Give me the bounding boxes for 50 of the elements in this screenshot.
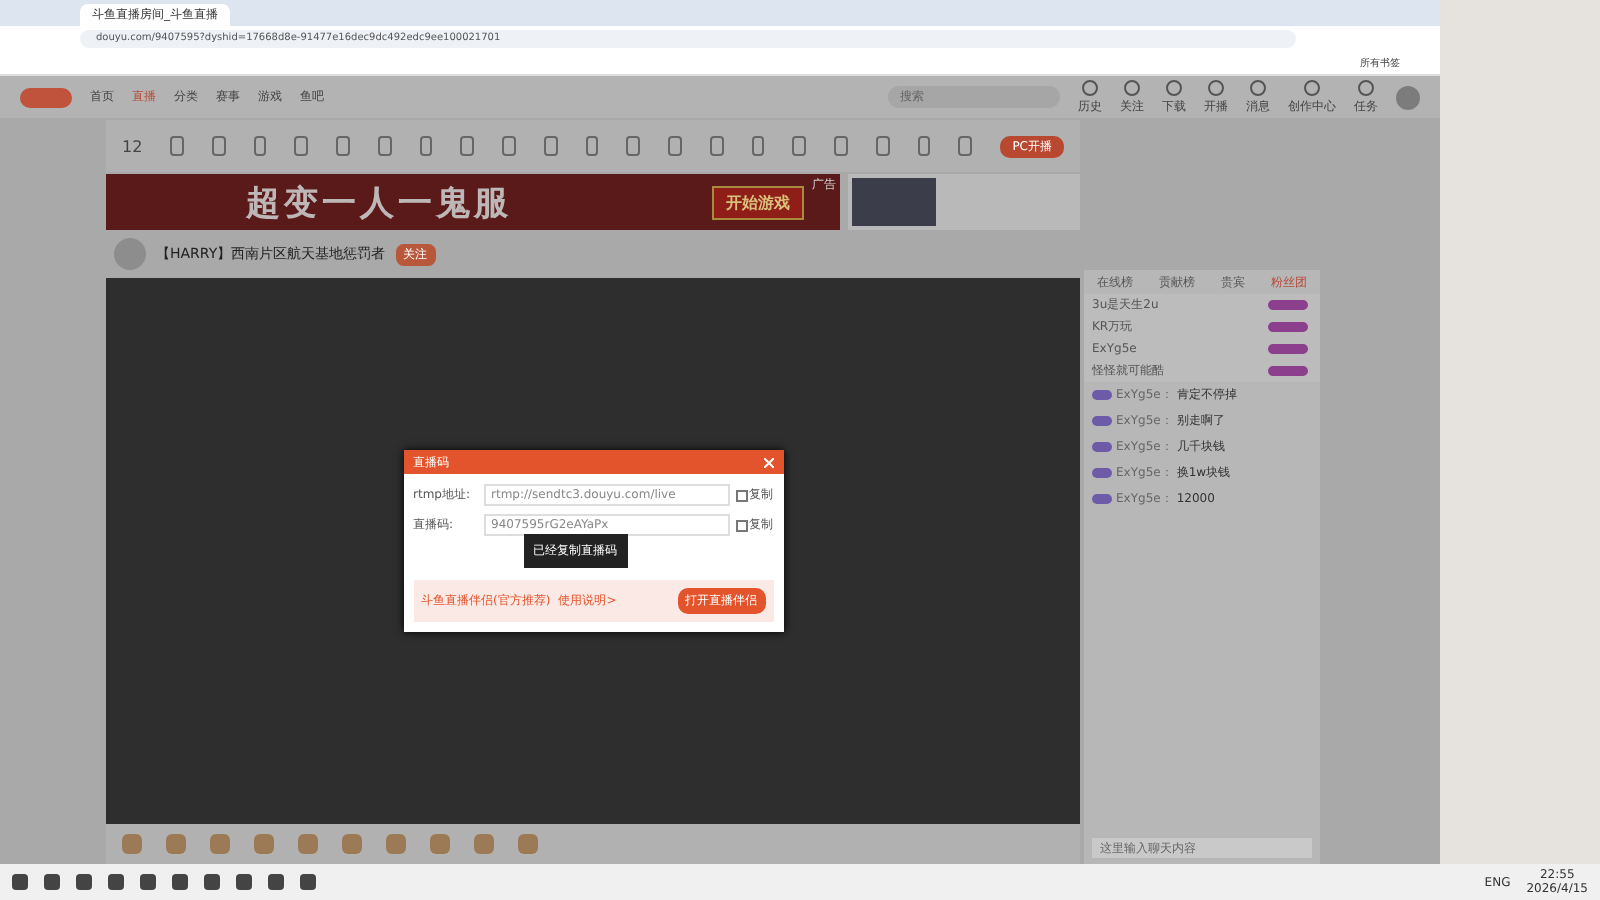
circle-icon[interactable]: [1082, 79, 1098, 95]
fan-badge: [1268, 344, 1308, 354]
tool-icon[interactable]: [543, 136, 558, 156]
tool-icon[interactable]: [502, 136, 516, 156]
tool-icon[interactable]: [336, 136, 350, 156]
tool-icon[interactable]: [875, 136, 890, 156]
tool-icon[interactable]: [751, 136, 765, 156]
fan-badge: [1268, 322, 1308, 332]
tool-icon[interactable]: [377, 136, 392, 156]
tool-icon[interactable]: [834, 136, 848, 156]
circle-icon[interactable]: [1358, 79, 1374, 95]
fan-badge: [1268, 366, 1308, 376]
tool-icon[interactable]: [211, 136, 226, 156]
gift-icon[interactable]: [518, 834, 538, 854]
ad-card[interactable]: [848, 174, 1080, 230]
circle-icon[interactable]: [1208, 79, 1224, 95]
gift-icon[interactable]: [386, 834, 406, 854]
gift-icon[interactable]: [122, 834, 142, 854]
tool-icon[interactable]: [668, 136, 682, 156]
fan-badge: [1268, 300, 1308, 310]
banner-title: 超变一人一鬼服: [246, 181, 512, 225]
gift-icon[interactable]: [210, 834, 230, 854]
avatar[interactable]: [1396, 85, 1420, 109]
gift-icon[interactable]: [298, 834, 318, 854]
streamer-avatar: [114, 238, 146, 270]
tool-icon[interactable]: [958, 136, 973, 156]
photo-placeholder: [852, 178, 936, 226]
circle-icon[interactable]: [1250, 79, 1266, 95]
tool-icon[interactable]: [585, 136, 599, 156]
gift-icon[interactable]: [474, 834, 494, 854]
tool-icon[interactable]: [294, 136, 309, 156]
tool-icon[interactable]: [917, 136, 931, 156]
tool-icon[interactable]: [253, 136, 267, 156]
circle-icon[interactable]: [1304, 79, 1320, 95]
circle-icon[interactable]: [1166, 79, 1182, 95]
gift-icon[interactable]: [342, 834, 362, 854]
tool-icon[interactable]: [626, 136, 641, 156]
circle-icon[interactable]: [1124, 79, 1140, 95]
tool-icon[interactable]: [170, 136, 184, 156]
start-game-button[interactable]: 开始游戏: [712, 185, 804, 219]
close-icon[interactable]: [763, 457, 773, 467]
tool-icon[interactable]: [419, 136, 433, 156]
tool-icon[interactable]: [709, 136, 724, 156]
gift-icon[interactable]: [430, 834, 450, 854]
gift-icon[interactable]: [166, 834, 186, 854]
logo-icon[interactable]: [20, 87, 72, 107]
gift-icon[interactable]: [254, 834, 274, 854]
score-count: 12: [122, 137, 143, 155]
tool-icon[interactable]: [792, 136, 807, 156]
tool-icon[interactable]: [460, 136, 475, 156]
